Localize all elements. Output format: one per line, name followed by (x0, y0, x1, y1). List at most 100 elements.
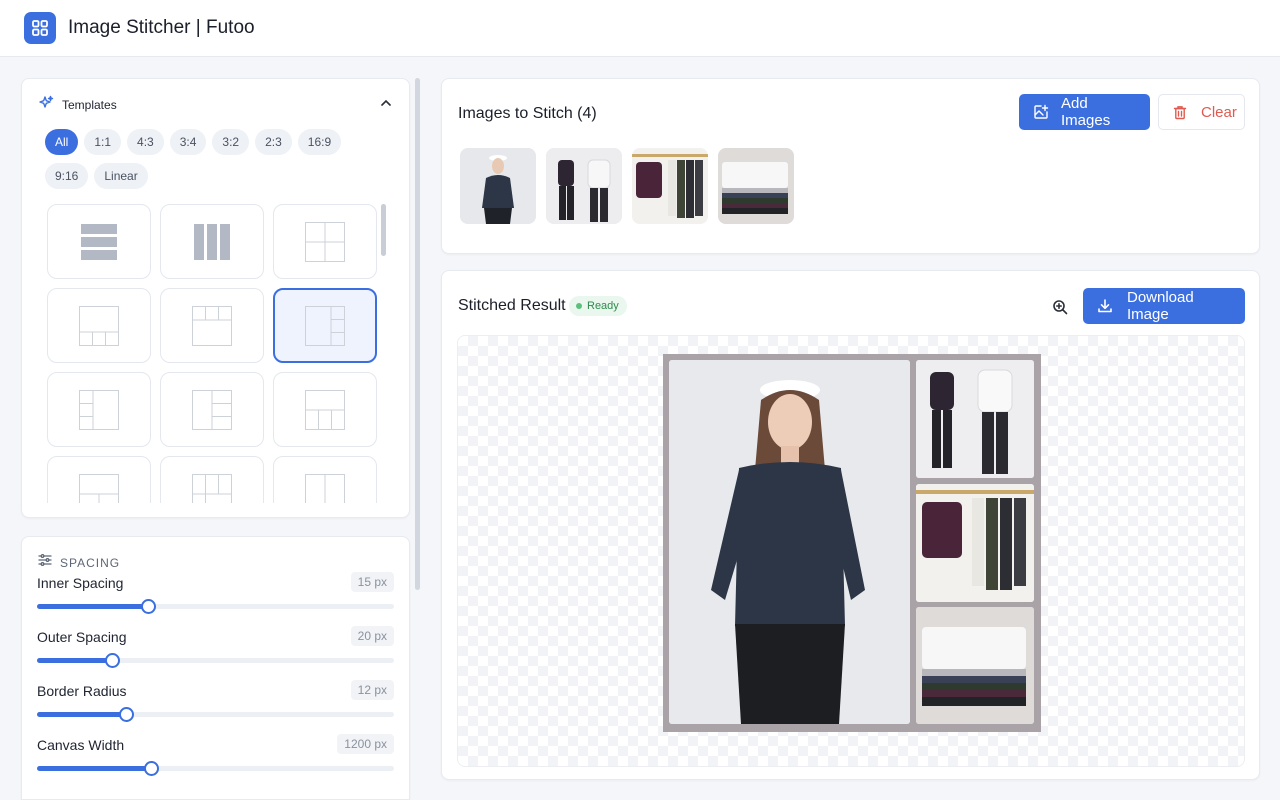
template-card[interactable] (47, 456, 151, 503)
image-thumbnails (460, 148, 794, 224)
grid-icon (24, 12, 56, 44)
slider-track[interactable] (37, 761, 394, 776)
layout-icon (194, 223, 230, 260)
slider-row: Outer Spacing 20 px (37, 626, 394, 669)
zoom-in-icon[interactable] (1050, 297, 1070, 317)
slider-row: Inner Spacing 15 px (37, 572, 394, 615)
layout-icon (79, 305, 119, 346)
image-thumbnail[interactable] (718, 148, 794, 224)
spacing-header: SPACING (38, 553, 120, 572)
slider-fill (37, 766, 152, 771)
slider-value: 15 px (350, 572, 394, 592)
template-card[interactable] (273, 204, 377, 279)
filter-chip[interactable]: 2:3 (255, 129, 292, 155)
template-card[interactable] (47, 204, 151, 279)
spacing-panel: SPACING Inner Spacing 15 px Outer Spacing 2… (21, 536, 410, 800)
image-thumbnail[interactable] (460, 148, 536, 224)
sliders-icon (38, 553, 52, 572)
download-image-button[interactable]: Download Image (1083, 288, 1245, 324)
status-badge: Ready (569, 296, 627, 316)
stitched-tile-2 (916, 360, 1034, 478)
templates-header: Templates (38, 95, 393, 115)
template-grid-viewport (47, 204, 379, 503)
download-icon (1097, 298, 1113, 314)
add-images-label: Add Images (1061, 95, 1111, 129)
status-text: Ready (587, 300, 619, 312)
filter-chip[interactable]: Linear (94, 163, 148, 189)
images-panel: Images to Stitch (4) Add Images Clear (441, 78, 1260, 254)
template-grid (47, 204, 379, 503)
template-card[interactable] (273, 288, 377, 363)
layout-icon (192, 305, 232, 346)
slider-fill (37, 658, 112, 663)
result-title: Stitched Result (458, 297, 566, 314)
filter-chip[interactable]: 3:4 (169, 129, 207, 155)
layout-icon (305, 389, 345, 430)
slider-label: Inner Spacing (37, 575, 124, 591)
slider-thumb[interactable] (104, 653, 120, 668)
slider-value: 20 px (350, 626, 394, 646)
template-card[interactable] (47, 372, 151, 447)
clear-button[interactable]: Clear (1158, 94, 1245, 130)
filter-chip[interactable]: All (45, 129, 79, 155)
slider-row: Border Radius 12 px (37, 680, 394, 723)
layout-icon (192, 389, 232, 430)
layout-icon (305, 305, 345, 346)
app-title: Image Stitcher | Futoo (68, 17, 255, 38)
image-plus-icon (1033, 104, 1049, 120)
layout-icon (192, 473, 232, 503)
filter-chip[interactable]: 16:9 (297, 129, 342, 155)
slider-track[interactable] (37, 653, 394, 668)
sidebar-scrollbar[interactable] (415, 78, 420, 590)
layout-icon (79, 389, 119, 430)
template-card[interactable] (160, 372, 264, 447)
slider-label: Canvas Width (37, 737, 125, 753)
templates-title: Templates (62, 98, 117, 112)
template-card[interactable] (160, 204, 264, 279)
add-images-button[interactable]: Add Images (1019, 94, 1150, 130)
slider-thumb[interactable] (119, 707, 135, 722)
trash-icon (1173, 105, 1187, 120)
slider-label: Outer Spacing (37, 629, 127, 645)
images-title: Images to Stitch (4) (458, 105, 597, 122)
filter-chip[interactable]: 4:3 (127, 129, 164, 155)
layout-icon (79, 473, 119, 503)
clear-label: Clear (1201, 103, 1237, 121)
image-thumbnail[interactable] (632, 148, 708, 224)
stitched-tile-3 (916, 484, 1034, 602)
ratio-filter-chips: All 1:1 4:3 3:4 3:2 2:3 16:9 9:16 Linear (45, 129, 390, 189)
filter-chip[interactable]: 3:2 (212, 129, 250, 155)
template-card[interactable] (160, 456, 264, 503)
stitched-tile-4 (916, 607, 1034, 724)
slider-track[interactable] (37, 599, 394, 614)
templates-panel: Templates All 1:1 4:3 3:4 3:2 2:3 16:9 9:16 Line… (21, 78, 410, 518)
sparkles-icon (38, 95, 54, 116)
result-panel: Stitched Result Ready Download Image (441, 270, 1260, 780)
slider-value: 12 px (350, 680, 394, 700)
layout-icon (81, 223, 117, 260)
slider-track[interactable] (37, 707, 394, 722)
slider-thumb[interactable] (144, 761, 160, 776)
template-card[interactable] (273, 372, 377, 447)
template-scrollbar[interactable] (381, 204, 386, 256)
result-canvas (457, 335, 1245, 767)
stitched-image (663, 354, 1041, 732)
slider-row: Canvas Width 1200 px (37, 734, 394, 777)
filter-chip[interactable]: 1:1 (84, 129, 122, 155)
slider-fill (37, 604, 148, 609)
slider-label: Border Radius (37, 683, 127, 699)
template-card[interactable] (273, 456, 377, 503)
download-label: Download Image (1127, 289, 1194, 323)
status-dot (576, 303, 582, 309)
template-card[interactable] (47, 288, 151, 363)
layout-icon (305, 473, 345, 503)
slider-fill (37, 712, 127, 717)
image-thumbnail[interactable] (546, 148, 622, 224)
filter-chip[interactable]: 9:16 (45, 163, 89, 189)
layout-icon (305, 221, 345, 262)
stitched-tile-main (669, 360, 910, 724)
app-header: Image Stitcher | Futoo (0, 0, 1280, 57)
template-card[interactable] (160, 288, 264, 363)
chevron-up-icon[interactable] (379, 96, 393, 115)
slider-thumb[interactable] (140, 599, 156, 614)
